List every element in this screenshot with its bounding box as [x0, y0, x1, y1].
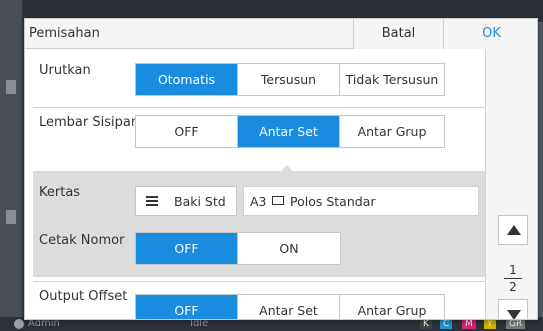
output-offset-option-off[interactable]: OFF	[136, 295, 238, 319]
insert-sheet-selector: OFF Antar Set Antar Grup	[135, 115, 445, 148]
page-scroller: 1 2	[485, 49, 537, 319]
total-pages: 2	[509, 280, 517, 294]
page-divider	[504, 278, 522, 279]
sort-option-uncollate[interactable]: Tidak Tersusun	[340, 64, 444, 95]
insert-sheet-option-per-set[interactable]: Antar Set	[238, 116, 340, 147]
settings-panel: Urutkan Otomatis Tersusun Tidak Tersusun…	[25, 49, 485, 319]
paper-label: Kertas	[39, 185, 81, 200]
output-offset-option-per-group[interactable]: Antar Grup	[340, 295, 444, 319]
divider	[33, 107, 485, 108]
landscape-orientation-icon	[272, 196, 284, 205]
paper-info-field: A3 Polos Standar	[243, 186, 479, 216]
background-block	[6, 80, 16, 94]
insert-sheet-label: Lembar Sisipan	[39, 115, 140, 130]
insert-sheet-option-off[interactable]: OFF	[136, 116, 238, 147]
paper-size: A3	[250, 194, 267, 209]
ok-button[interactable]: OK	[443, 19, 537, 49]
cancel-button[interactable]: Batal	[353, 19, 443, 49]
print-number-option-on[interactable]: ON	[238, 233, 340, 264]
arrow-down-icon	[507, 310, 521, 319]
paper-tray-label: Baki Std	[174, 194, 226, 209]
paper-type: Polos Standar	[290, 194, 376, 209]
ink-c: C	[440, 319, 453, 329]
tray-icon	[146, 196, 158, 207]
output-offset-option-per-set[interactable]: Antar Set	[238, 295, 340, 319]
current-page: 1	[509, 263, 517, 277]
output-offset-selector: OFF Antar Set Antar Grup	[135, 294, 445, 319]
sort-option-auto[interactable]: Otomatis	[136, 64, 238, 95]
dialog-title: Pemisahan	[29, 26, 100, 41]
arrow-up-icon	[507, 225, 521, 235]
sort-option-collate[interactable]: Tersusun	[238, 64, 340, 95]
separation-dialog: Pemisahan Batal OK Urutkan Otomatis Ters…	[24, 18, 538, 320]
background-left-strip	[0, 0, 22, 331]
divider	[33, 281, 485, 282]
scroll-down-button[interactable]	[498, 299, 528, 319]
insert-sheet-option-per-group[interactable]: Antar Grup	[340, 116, 444, 147]
scroll-up-button[interactable]	[498, 215, 528, 245]
sort-label: Urutkan	[39, 63, 91, 78]
print-number-option-off[interactable]: OFF	[136, 233, 238, 264]
user-icon	[14, 319, 24, 329]
page-indicator: 1 2	[498, 263, 528, 294]
background-block	[6, 210, 16, 224]
print-number-label: Cetak Nomor	[39, 233, 125, 248]
dialog-title-bar: Pemisahan Batal OK	[25, 19, 537, 49]
print-number-selector: OFF ON	[135, 232, 341, 265]
output-offset-label: Output Offset	[39, 289, 128, 304]
ink-y: Y	[484, 319, 496, 329]
ink-m: M	[462, 319, 476, 329]
paper-tray-button[interactable]: Baki Std	[135, 186, 237, 216]
sort-selector: Otomatis Tersusun Tidak Tersusun	[135, 63, 445, 96]
ink-k: K	[420, 319, 432, 329]
ink-gr: GR	[506, 319, 526, 329]
